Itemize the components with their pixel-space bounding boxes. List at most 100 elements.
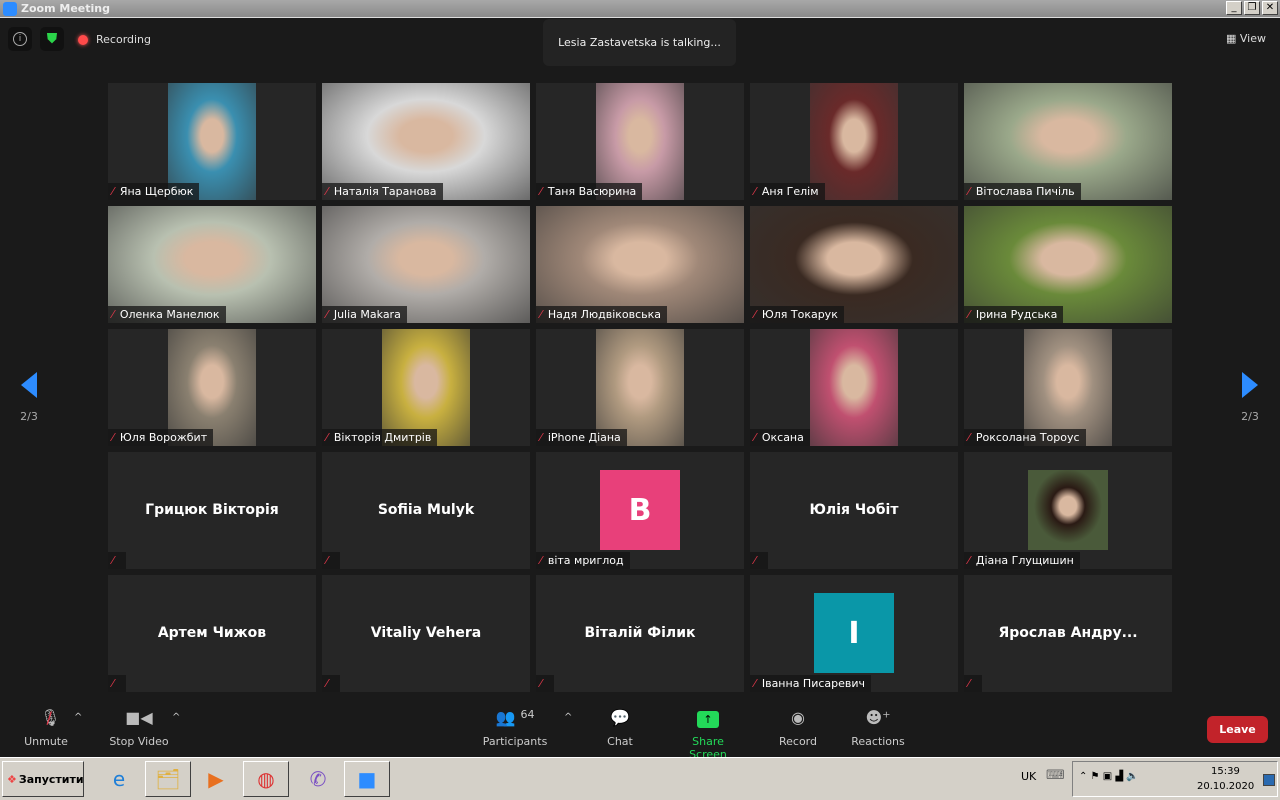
participant-tile[interactable]: Артем Чижов ⁄ <box>108 575 316 692</box>
participant-tile[interactable]: ⁄ Наталія Таранова <box>322 83 530 200</box>
active-speaker-notice: Lesia Zastavetska is talking... <box>543 19 736 66</box>
zoom-taskbar-icon[interactable]: ■ <box>344 761 390 797</box>
participants-button[interactable]: 👥 64 Participants <box>482 708 548 748</box>
muted-mic-icon: ⁄ <box>968 431 970 444</box>
video-camera-icon: ■◀ <box>125 708 153 727</box>
participant-name: Іванна Писаревич <box>761 677 866 690</box>
stop-video-button[interactable]: ■◀ Stop Video <box>106 708 172 748</box>
muted-mic-icon: ⁄ <box>540 431 542 444</box>
muted-mic-icon: ⁄ <box>754 677 756 690</box>
muted-mic-icon: ⁄ <box>754 554 756 567</box>
video-options-caret[interactable]: ^ <box>172 712 180 723</box>
participant-tile[interactable]: ⁄ Вікторія Дмитрів <box>322 329 530 446</box>
participant-tile[interactable]: Грицюк Вікторія ⁄ <box>108 452 316 569</box>
muted-mic-icon: ⁄ <box>326 185 328 198</box>
participant-tile[interactable]: ⁄ Роксолана Тороус <box>964 329 1172 446</box>
next-page-button[interactable]: 2/3 <box>1235 372 1265 423</box>
info-icon[interactable]: i <box>8 27 32 51</box>
muted-mic-icon: ⁄ <box>326 431 328 444</box>
file-explorer-icon[interactable]: 🗂 <box>145 761 191 797</box>
show-desktop-icon[interactable] <box>1263 774 1275 786</box>
participant-tile[interactable]: ⁄ Оленка Манелюк <box>108 206 316 323</box>
participant-name: Наталія Таранова <box>333 185 437 198</box>
muted-mic-icon: ⁄ <box>326 677 328 690</box>
internet-explorer-icon[interactable]: e <box>96 761 142 797</box>
participant-name: віта мриглод <box>547 554 624 567</box>
page-indicator-right: 2/3 <box>1241 410 1259 423</box>
participant-tile[interactable]: Віталій Філик ⁄ <box>536 575 744 692</box>
title-bar: Zoom Meeting _ ❐ ✕ <box>0 0 1280 18</box>
restore-button[interactable]: ❐ <box>1244 1 1260 15</box>
participant-tile[interactable]: ⁄ Таня Васюрина <box>536 83 744 200</box>
muted-mic-icon: ⁄ <box>112 185 114 198</box>
reactions-button[interactable]: ☻⁺ Reactions <box>850 708 906 748</box>
view-label: View <box>1239 32 1266 45</box>
participant-tile[interactable]: ⁄ Вітослава Пичіль <box>964 83 1172 200</box>
unmute-button[interactable]: 🎙/ Unmute <box>22 708 70 748</box>
chrome-icon[interactable]: ◍ <box>243 761 289 797</box>
start-button[interactable]: ❖ Запустити <box>2 761 84 797</box>
stop-video-label: Stop Video <box>109 735 169 748</box>
windows-taskbar: ❖ Запустити e 🗂 ▶ ◍ ✆ ■ UK ⌨ ⌃ ⚑ ▣ ▟ 🔈 15… <box>0 757 1280 800</box>
participant-tile[interactable]: ⁄ Юля Токарук <box>750 206 958 323</box>
share-screen-button[interactable]: ↑ Share Screen <box>672 708 744 761</box>
recording-label: Recording <box>96 33 152 46</box>
participant-tile[interactable]: Ярослав Андру... ⁄ <box>964 575 1172 692</box>
participant-tile[interactable]: ⁄ Julia Makara <box>322 206 530 323</box>
language-indicator[interactable]: UK <box>1021 770 1036 783</box>
security-shield-icon[interactable]: ⛊ <box>40 27 64 51</box>
keyboard-icon[interactable]: ⌨ <box>1046 768 1065 783</box>
clock-time[interactable]: 15:39 <box>1211 766 1240 777</box>
muted-mic-icon: ⁄ <box>968 677 970 690</box>
participant-tile[interactable]: B ⁄ віта мриглод <box>536 452 744 569</box>
participant-name-bar: ⁄ <box>322 552 340 569</box>
viber-icon[interactable]: ✆ <box>295 761 341 797</box>
participant-name: Вікторія Дмитрів <box>333 431 432 444</box>
participant-tile[interactable]: ⁄ Оксана <box>750 329 958 446</box>
participant-name-bar: ⁄ Яна Щербюк <box>108 183 200 200</box>
participant-name-bar: ⁄ Оксана <box>750 429 810 446</box>
previous-page-button[interactable]: 2/3 <box>14 372 44 423</box>
media-player-icon[interactable]: ▶ <box>193 761 239 797</box>
participant-tile[interactable]: ⁄ Яна Щербюк <box>108 83 316 200</box>
clock-date[interactable]: 20.10.2020 <box>1197 781 1254 792</box>
show-hidden-icons[interactable]: ⌃ ⚑ ▣ ▟ 🔈 <box>1079 771 1139 782</box>
record-button[interactable]: ◉ Record <box>778 708 818 748</box>
muted-mic-icon: ⁄ <box>326 308 328 321</box>
audio-options-caret[interactable]: ^ <box>74 712 82 723</box>
participant-name-bar: ⁄ Наталія Таранова <box>322 183 443 200</box>
window-title: Zoom Meeting <box>21 2 110 15</box>
participant-tile[interactable]: ⁄ Юля Ворожбит <box>108 329 316 446</box>
muted-mic-icon: ⁄ <box>540 554 542 567</box>
participant-tile[interactable]: Vitaliy Vehera ⁄ <box>322 575 530 692</box>
muted-mic-icon: ⁄ <box>540 308 542 321</box>
record-label: Record <box>778 735 817 748</box>
chat-button[interactable]: 💬 Chat <box>604 708 636 748</box>
participant-name-bar: ⁄ Юля Токарук <box>750 306 844 323</box>
participant-tile[interactable]: Юлія Чобіт ⁄ <box>750 452 958 569</box>
muted-mic-icon: ⁄ <box>968 308 970 321</box>
participant-name-bar: ⁄ <box>108 552 126 569</box>
participant-tile[interactable]: ⁄ Аня Гелім <box>750 83 958 200</box>
participant-tile[interactable]: ⁄ Ірина Рудська <box>964 206 1172 323</box>
participant-name-bar: ⁄ Діана Глущишин <box>964 552 1080 569</box>
participant-tile[interactable]: Sofiia Mulyk ⁄ <box>322 452 530 569</box>
close-button[interactable]: ✕ <box>1262 1 1278 15</box>
recording-indicator[interactable]: Recording <box>78 33 151 46</box>
chat-bubble-icon: 💬 <box>610 708 630 727</box>
participant-tile[interactable]: I ⁄ Іванна Писаревич <box>750 575 958 692</box>
participant-name-bar: ⁄ <box>536 675 554 692</box>
participant-name-bar: ⁄ Аня Гелім <box>750 183 825 200</box>
participant-tile[interactable]: ⁄ Діана Глущишин <box>964 452 1172 569</box>
reactions-label: Reactions <box>851 735 905 748</box>
grid-icon: ▦ <box>1226 32 1240 45</box>
participant-tile[interactable]: ⁄ iPhone Діана <box>536 329 744 446</box>
participants-options-caret[interactable]: ^ <box>564 712 572 723</box>
muted-mic-icon: ⁄ <box>754 431 756 444</box>
leave-button[interactable]: Leave <box>1207 716 1268 743</box>
minimize-button[interactable]: _ <box>1226 1 1242 15</box>
view-button[interactable]: ▦ View <box>1226 32 1266 45</box>
participant-tile[interactable]: ⁄ Надя Людвіковська <box>536 206 744 323</box>
meeting-toolbar: 🎙/ Unmute ^ ■◀ Stop Video ^ 👥 64 Participan… <box>0 700 1280 761</box>
participant-name-bar: ⁄ Роксолана Тороус <box>964 429 1086 446</box>
